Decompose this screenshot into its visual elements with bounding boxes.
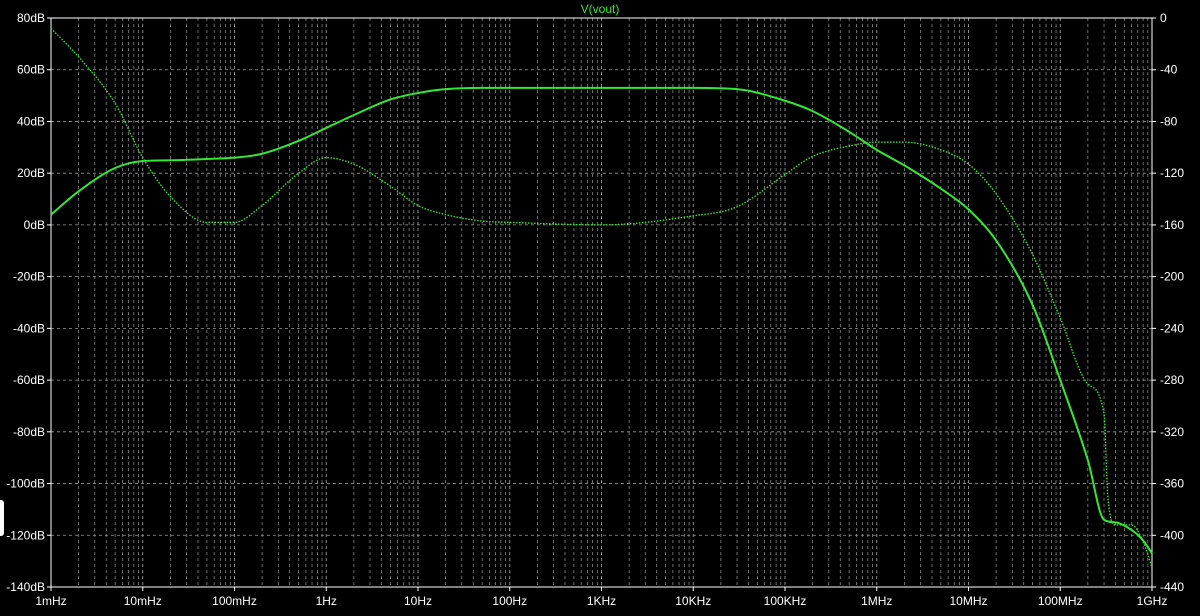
tick-label-right: 0 (1160, 11, 1167, 25)
trace-title[interactable]: V(vout) (581, 2, 620, 16)
tick-label-left: -40dB (13, 321, 45, 335)
tick-label-left: -100dB (6, 477, 45, 491)
tick-label-right: -360 (1160, 477, 1184, 491)
tick-label-bottom: 100MHz (1038, 594, 1083, 608)
bode-plot: 80dB 60dB 40dB 20dB 0dB -20dB -40dB -60dB -80dB -… (0, 0, 1200, 611)
axis-labels: 80dB 60dB 40dB 20dB 0dB -20dB -40dB -60dB -80dB -… (6, 11, 1184, 608)
tick-label-right: -120 (1160, 166, 1184, 180)
tick-label-bottom: 1mHz (35, 594, 66, 608)
tick-label-right: -400 (1160, 528, 1184, 542)
chart-canvas: 80dB 60dB 40dB 20dB 0dB -20dB -40dB -60dB -80dB -… (6, 2, 1184, 608)
tick-label-right: -200 (1160, 270, 1184, 284)
tick-label-right: -160 (1160, 218, 1184, 232)
tick-label-left: -60dB (13, 373, 45, 387)
tick-label-left: -140dB (6, 580, 45, 594)
tick-label-right: -280 (1160, 373, 1184, 387)
tick-label-left: 0dB (24, 218, 45, 232)
tick-label-left: 80dB (17, 11, 45, 25)
tick-label-bottom: 100KHz (764, 594, 807, 608)
tick-label-bottom: 100Hz (492, 594, 527, 608)
panel-resize-handle[interactable] (0, 500, 4, 536)
tick-label-right: -80 (1160, 114, 1178, 128)
tick-label-left: -80dB (13, 425, 45, 439)
tick-label-right: -320 (1160, 425, 1184, 439)
tick-label-right: -240 (1160, 321, 1184, 335)
tick-label-right: -440 (1160, 580, 1184, 594)
tick-label-bottom: 10KHz (675, 594, 711, 608)
tick-label-bottom: 1MHz (861, 594, 892, 608)
tick-label-right: -40 (1160, 63, 1178, 77)
tick-label-bottom: 1GHz (1137, 594, 1168, 608)
tick-label-bottom: 10MHz (949, 594, 987, 608)
tick-label-left: -120dB (6, 528, 45, 542)
tick-label-bottom: 1Hz (316, 594, 337, 608)
tick-label-bottom: 1KHz (587, 594, 616, 608)
tick-label-bottom: 10mHz (124, 594, 162, 608)
tick-label-left: 20dB (17, 166, 45, 180)
tick-label-bottom: 10Hz (404, 594, 432, 608)
grid (50, 18, 1153, 587)
tick-label-left: 40dB (17, 114, 45, 128)
tick-label-bottom: 100mHz (212, 594, 257, 608)
tick-label-left: 60dB (17, 63, 45, 77)
tick-label-left: -20dB (13, 270, 45, 284)
